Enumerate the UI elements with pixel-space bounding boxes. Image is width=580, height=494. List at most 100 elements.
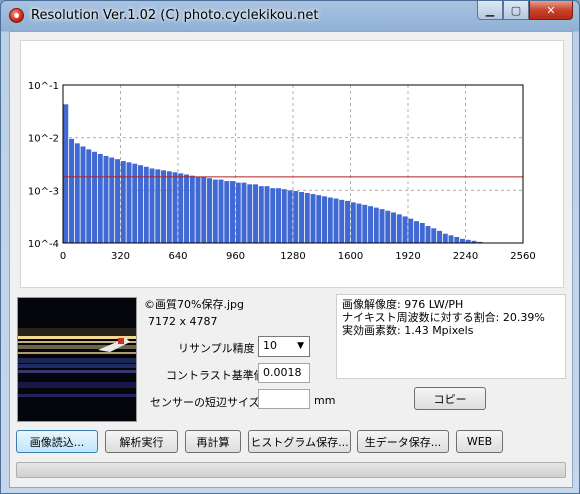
copy-button[interactable]: コピー (414, 387, 486, 410)
x-tick-label: 2240 (453, 251, 478, 262)
histogram-bar (442, 233, 448, 243)
histogram-bar (373, 207, 379, 243)
histogram-bar (396, 214, 402, 243)
maximize-icon: ▢ (510, 3, 522, 17)
minimize-icon: ▁ (485, 3, 495, 17)
histogram-bar (218, 179, 224, 243)
x-tick-label: 1600 (338, 251, 363, 262)
histogram-bar (132, 163, 138, 243)
histogram-bar (299, 191, 304, 243)
histogram-bar (103, 155, 109, 243)
histogram-bar (276, 188, 281, 243)
histogram-bar (287, 190, 293, 243)
histogram-bar (161, 170, 166, 243)
analyze-button[interactable]: 解析実行 (105, 430, 178, 453)
histogram-bar (316, 195, 322, 243)
histogram-bar (281, 189, 287, 243)
load-image-button[interactable]: 画像読込... (16, 430, 98, 453)
close-button[interactable]: ✕ (529, 1, 573, 20)
histogram-bar (425, 226, 431, 243)
histogram-bar (419, 222, 425, 243)
histogram-bar (402, 216, 408, 243)
contrast-label: コントラスト基準値 (166, 369, 265, 382)
histogram-bar (368, 206, 373, 243)
histogram-bar (327, 197, 333, 243)
resample-value: 10 (263, 339, 277, 352)
save-histogram-button[interactable]: ヒストグラム保存... (248, 430, 351, 453)
image-dimensions: 7172 x 4787 (148, 315, 218, 328)
minimize-button[interactable]: ▁ (477, 1, 503, 20)
histogram-bar (201, 176, 207, 243)
x-tick-label: 1920 (395, 251, 420, 262)
y-tick-label: 10^-3 (28, 186, 59, 197)
histogram-bar (310, 194, 316, 243)
histogram-bar (350, 202, 356, 243)
histogram-bar (143, 166, 149, 243)
histogram-bar (166, 171, 172, 243)
client-area: 0 320 640 960 1280 1600 1920 2240 2560 10^-1 10^-2… (9, 31, 573, 488)
x-tick-label: 960 (226, 251, 245, 262)
x-tick-label: 2560 (510, 251, 535, 262)
nyquist-result: ナイキスト周波数に対する割合: 20.39% (342, 311, 545, 324)
histogram-bar (80, 146, 86, 243)
histogram-bar (362, 204, 368, 243)
histogram-bar (408, 218, 414, 243)
histogram-bar (258, 186, 264, 243)
window-title: Resolution Ver.1.02 (C) photo.cyclekikou… (31, 8, 319, 23)
histogram-bar (356, 203, 362, 243)
close-icon: ✕ (546, 3, 556, 17)
contrast-input[interactable]: 0.0018 (258, 363, 310, 383)
histogram-bar (293, 191, 299, 243)
histogram-bar (178, 173, 184, 243)
histogram-bar (207, 178, 212, 243)
x-tick-label: 320 (111, 251, 130, 262)
histogram-bar (322, 196, 327, 243)
histogram-bar (235, 182, 241, 243)
histogram-bar (454, 236, 460, 243)
histogram-bar (69, 138, 74, 243)
histogram-bar (304, 192, 310, 243)
save-raw-data-button[interactable]: 生データ保存... (357, 430, 449, 453)
histogram-bar (270, 188, 276, 243)
progress-bar (16, 462, 566, 478)
recalculate-button[interactable]: 再計算 (185, 430, 241, 453)
sensor-unit: mm (314, 394, 336, 407)
histogram-bar (172, 172, 178, 243)
histogram-bar (115, 159, 120, 243)
sensor-size-input[interactable] (258, 389, 310, 409)
histogram-bar (385, 210, 391, 243)
title-bar[interactable]: Resolution Ver.1.02 (C) photo.cyclekikou… (1, 1, 579, 31)
histogram-bar (155, 169, 161, 243)
histogram-bar (431, 228, 437, 243)
resample-select[interactable]: 10 ▼ (258, 336, 310, 357)
web-button[interactable]: WEB (456, 430, 503, 453)
histogram-bar (86, 149, 92, 243)
y-tick-label: 10^-1 (28, 81, 59, 92)
results-box: 画像解像度: 976 LW/PH ナイキスト周波数に対する割合: 20.39% … (336, 294, 566, 379)
histogram-bar (149, 168, 155, 243)
sensor-size-label: センサーの短辺サイズ (150, 396, 260, 409)
histogram-bar (97, 153, 103, 243)
histogram-bar (195, 176, 201, 243)
histogram-bar (241, 182, 247, 243)
histogram-bar (120, 161, 126, 243)
y-tick-label: 10^-4 (28, 239, 59, 250)
resolution-result: 画像解像度: 976 LW/PH (342, 298, 464, 311)
thumbnail-image (18, 298, 136, 421)
histogram-bar (339, 199, 345, 243)
histogram-bar (379, 209, 385, 243)
histogram-bar (247, 184, 253, 243)
histogram-bar (460, 238, 465, 243)
x-tick-label: 640 (168, 251, 187, 262)
histogram-bar (109, 157, 115, 243)
maximize-button[interactable]: ▢ (503, 1, 529, 20)
app-window: Resolution Ver.1.02 (C) photo.cyclekikou… (0, 0, 580, 494)
histogram-bar (224, 181, 230, 243)
histogram-bar (212, 179, 218, 243)
y-tick-label: 10^-2 (28, 134, 59, 145)
histogram-bar (391, 212, 396, 243)
histogram-bar (414, 221, 419, 243)
chevron-down-icon: ▼ (297, 341, 304, 351)
chart-panel: 0 320 640 960 1280 1600 1920 2240 2560 10^-1 10^-2… (20, 40, 564, 288)
histogram-bar (333, 198, 339, 243)
